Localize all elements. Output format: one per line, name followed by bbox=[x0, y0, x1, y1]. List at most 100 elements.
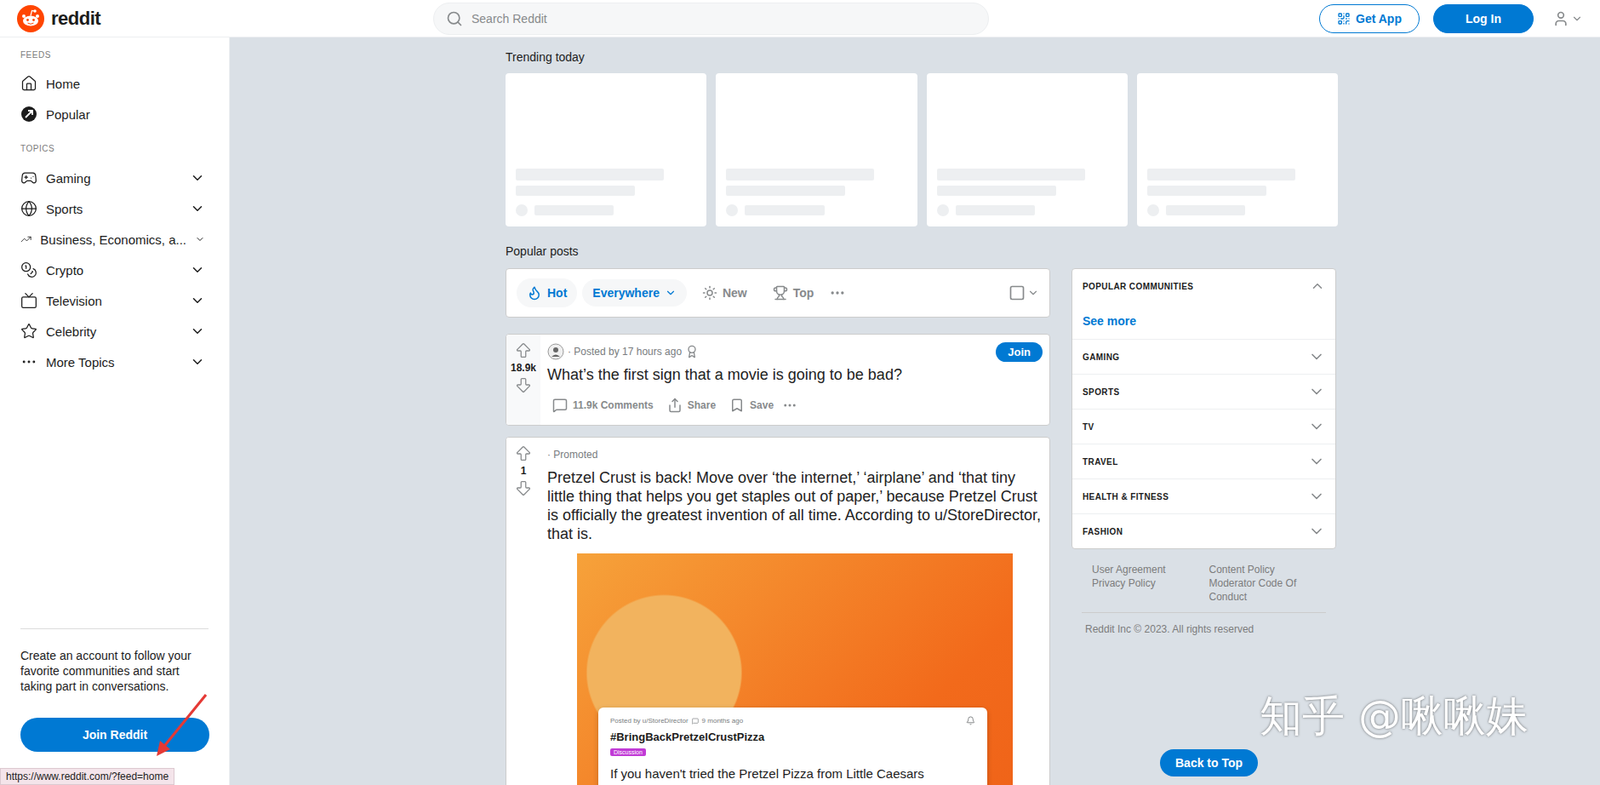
skeleton-dot bbox=[725, 204, 738, 217]
chevron-down-icon bbox=[1308, 487, 1326, 505]
skeleton-bar bbox=[1147, 168, 1296, 181]
popular-posts-title: Popular posts bbox=[505, 243, 1338, 259]
sidebar-item[interactable]: More Topics bbox=[0, 346, 229, 378]
vote-count: 1 bbox=[520, 464, 527, 477]
log-in-button[interactable]: Log In bbox=[1433, 4, 1534, 34]
footer-link[interactable]: Moderator Code Of Conduct bbox=[1209, 576, 1317, 604]
action-icon bbox=[729, 397, 745, 413]
sidebar-item[interactable]: Home bbox=[0, 68, 229, 99]
embedded-body: If you haven't tried the Pretzel Pizza f… bbox=[610, 765, 976, 781]
sort-icon bbox=[772, 285, 789, 301]
flair-tag: Discussion bbox=[610, 748, 646, 756]
post-card[interactable]: 18.9k · Posted by 17 hours agoJoin What’s … bbox=[505, 333, 1051, 426]
trending-card[interactable] bbox=[505, 73, 707, 227]
category-row[interactable]: TV bbox=[1072, 408, 1336, 444]
more-icon[interactable] bbox=[828, 284, 846, 302]
upvote-icon[interactable] bbox=[514, 444, 533, 463]
downvote-icon[interactable] bbox=[514, 478, 533, 498]
footer-link[interactable]: Content Policy bbox=[1209, 562, 1317, 577]
downvote-icon[interactable] bbox=[514, 375, 533, 395]
join-button[interactable]: Join bbox=[995, 342, 1043, 362]
reddit-logo-icon bbox=[17, 5, 45, 33]
trending-row bbox=[505, 73, 1338, 227]
topic-icon bbox=[20, 169, 38, 187]
category-row[interactable]: SPORTS bbox=[1072, 373, 1336, 409]
more-icon[interactable] bbox=[782, 397, 798, 413]
skeleton-bar bbox=[725, 185, 846, 196]
post-title[interactable]: What’s the first sign that a movie is go… bbox=[547, 365, 1043, 384]
view-toggle[interactable] bbox=[1008, 284, 1040, 302]
category-row[interactable]: FASHION bbox=[1072, 513, 1336, 549]
join-reddit-button[interactable]: Join Reddit bbox=[20, 717, 210, 752]
sidebar-item[interactable]: Business, Economics, a... bbox=[0, 223, 229, 255]
sidebar-item[interactable]: Television bbox=[0, 285, 229, 316]
chevron-down-icon bbox=[1308, 382, 1326, 400]
bell-icon bbox=[965, 715, 976, 726]
sidebar-item[interactable]: Gaming bbox=[0, 162, 229, 194]
skeleton-bar bbox=[937, 168, 1086, 181]
action-icon bbox=[667, 397, 683, 413]
logo-text[interactable]: reddit bbox=[51, 7, 101, 30]
sidebar-item[interactable]: Sports bbox=[0, 193, 229, 224]
main: Trending todayPopular postsHotEverywhere… bbox=[229, 37, 1600, 785]
popular-icon bbox=[20, 105, 38, 123]
sort-tab[interactable]: Top bbox=[762, 278, 825, 308]
ad-image[interactable]: Posted by u/StoreDirector9 months ago#Br… bbox=[577, 553, 1013, 785]
post-meta: · Posted by 17 hours agoJoin bbox=[547, 341, 1043, 362]
post-title[interactable]: Pretzel Crust is back! Move over ‘the in… bbox=[547, 468, 1043, 543]
chevron-down-icon bbox=[1308, 522, 1326, 540]
trending-card[interactable] bbox=[926, 73, 1128, 227]
card-view-icon bbox=[1008, 284, 1026, 302]
copyright: Reddit Inc © 2023. All rights reserved bbox=[1081, 612, 1326, 635]
chevron-down-icon bbox=[189, 262, 206, 278]
chevron-down-icon bbox=[1308, 417, 1326, 435]
sidebar-item[interactable]: Crypto bbox=[0, 254, 229, 286]
category-row[interactable]: HEALTH & FITNESS bbox=[1072, 478, 1336, 514]
category-row[interactable]: GAMING bbox=[1072, 338, 1336, 374]
chevron-down-icon bbox=[1027, 286, 1040, 299]
upvote-icon[interactable] bbox=[514, 341, 533, 360]
trending-card[interactable] bbox=[1137, 73, 1338, 227]
popular-communities-header[interactable]: POPULAR COMMUNITIES bbox=[1072, 268, 1336, 303]
sidebar-item[interactable]: Popular bbox=[0, 98, 229, 130]
skeleton-bar bbox=[744, 205, 824, 216]
sort-tab[interactable]: Everywhere bbox=[582, 279, 687, 307]
logo[interactable]: reddit bbox=[17, 5, 434, 33]
sort-tab[interactable]: New bbox=[691, 278, 758, 308]
sidebar-item[interactable]: Celebrity bbox=[0, 315, 229, 347]
topic-icon bbox=[20, 200, 38, 218]
post-action-button[interactable]: 11.9k Comments bbox=[547, 390, 659, 420]
post-action-button[interactable]: Share bbox=[662, 390, 721, 420]
skeleton-bar bbox=[515, 168, 664, 181]
chevron-down-icon bbox=[1571, 12, 1583, 25]
feed: HotEverywhereNewTop 18.9k · Posted by 17 h… bbox=[505, 268, 1051, 785]
avatar-icon bbox=[547, 342, 565, 360]
embedded-meta: Posted by u/StoreDirector9 months ago bbox=[610, 715, 976, 726]
footer-link[interactable]: User Agreement bbox=[1091, 562, 1200, 577]
page: reddit Search Reddit Get App Log In FEEDSHom… bbox=[0, 0, 1600, 785]
search-field[interactable]: Search Reddit bbox=[433, 2, 989, 35]
vote-column: 1 bbox=[506, 437, 541, 785]
topic-icon bbox=[20, 230, 32, 248]
trending-card[interactable] bbox=[715, 73, 917, 227]
award-icon bbox=[685, 344, 699, 359]
topic-icon bbox=[20, 322, 38, 340]
get-app-button[interactable]: Get App bbox=[1319, 4, 1420, 34]
post-card[interactable]: 1· PromotedPretzel Crust is back! Move o… bbox=[505, 436, 1051, 785]
post-action-button[interactable]: Save bbox=[724, 390, 779, 420]
back-to-top-button[interactable]: Back to Top bbox=[1160, 748, 1258, 777]
watermark: 知乎 @啾啾妹 bbox=[1259, 687, 1529, 745]
sort-tab[interactable]: Hot bbox=[516, 278, 578, 308]
chevron-down-icon bbox=[189, 323, 206, 339]
signup-prompt: Create an account to follow your favorit… bbox=[20, 628, 209, 752]
category-row[interactable]: TRAVEL bbox=[1072, 443, 1336, 479]
skeleton-bar bbox=[515, 185, 635, 196]
chevron-down-icon bbox=[189, 354, 206, 370]
sidebar-nav: FEEDSHomePopularTOPICSGamingSportsBusine… bbox=[0, 45, 229, 378]
user-menu[interactable] bbox=[1552, 10, 1583, 28]
sort-icon bbox=[526, 285, 543, 301]
footer-link[interactable]: Privacy Policy bbox=[1091, 576, 1200, 604]
see-more-link[interactable]: See more bbox=[1072, 302, 1336, 339]
skeleton-bar bbox=[725, 168, 875, 181]
vote-column: 18.9k bbox=[506, 334, 541, 425]
